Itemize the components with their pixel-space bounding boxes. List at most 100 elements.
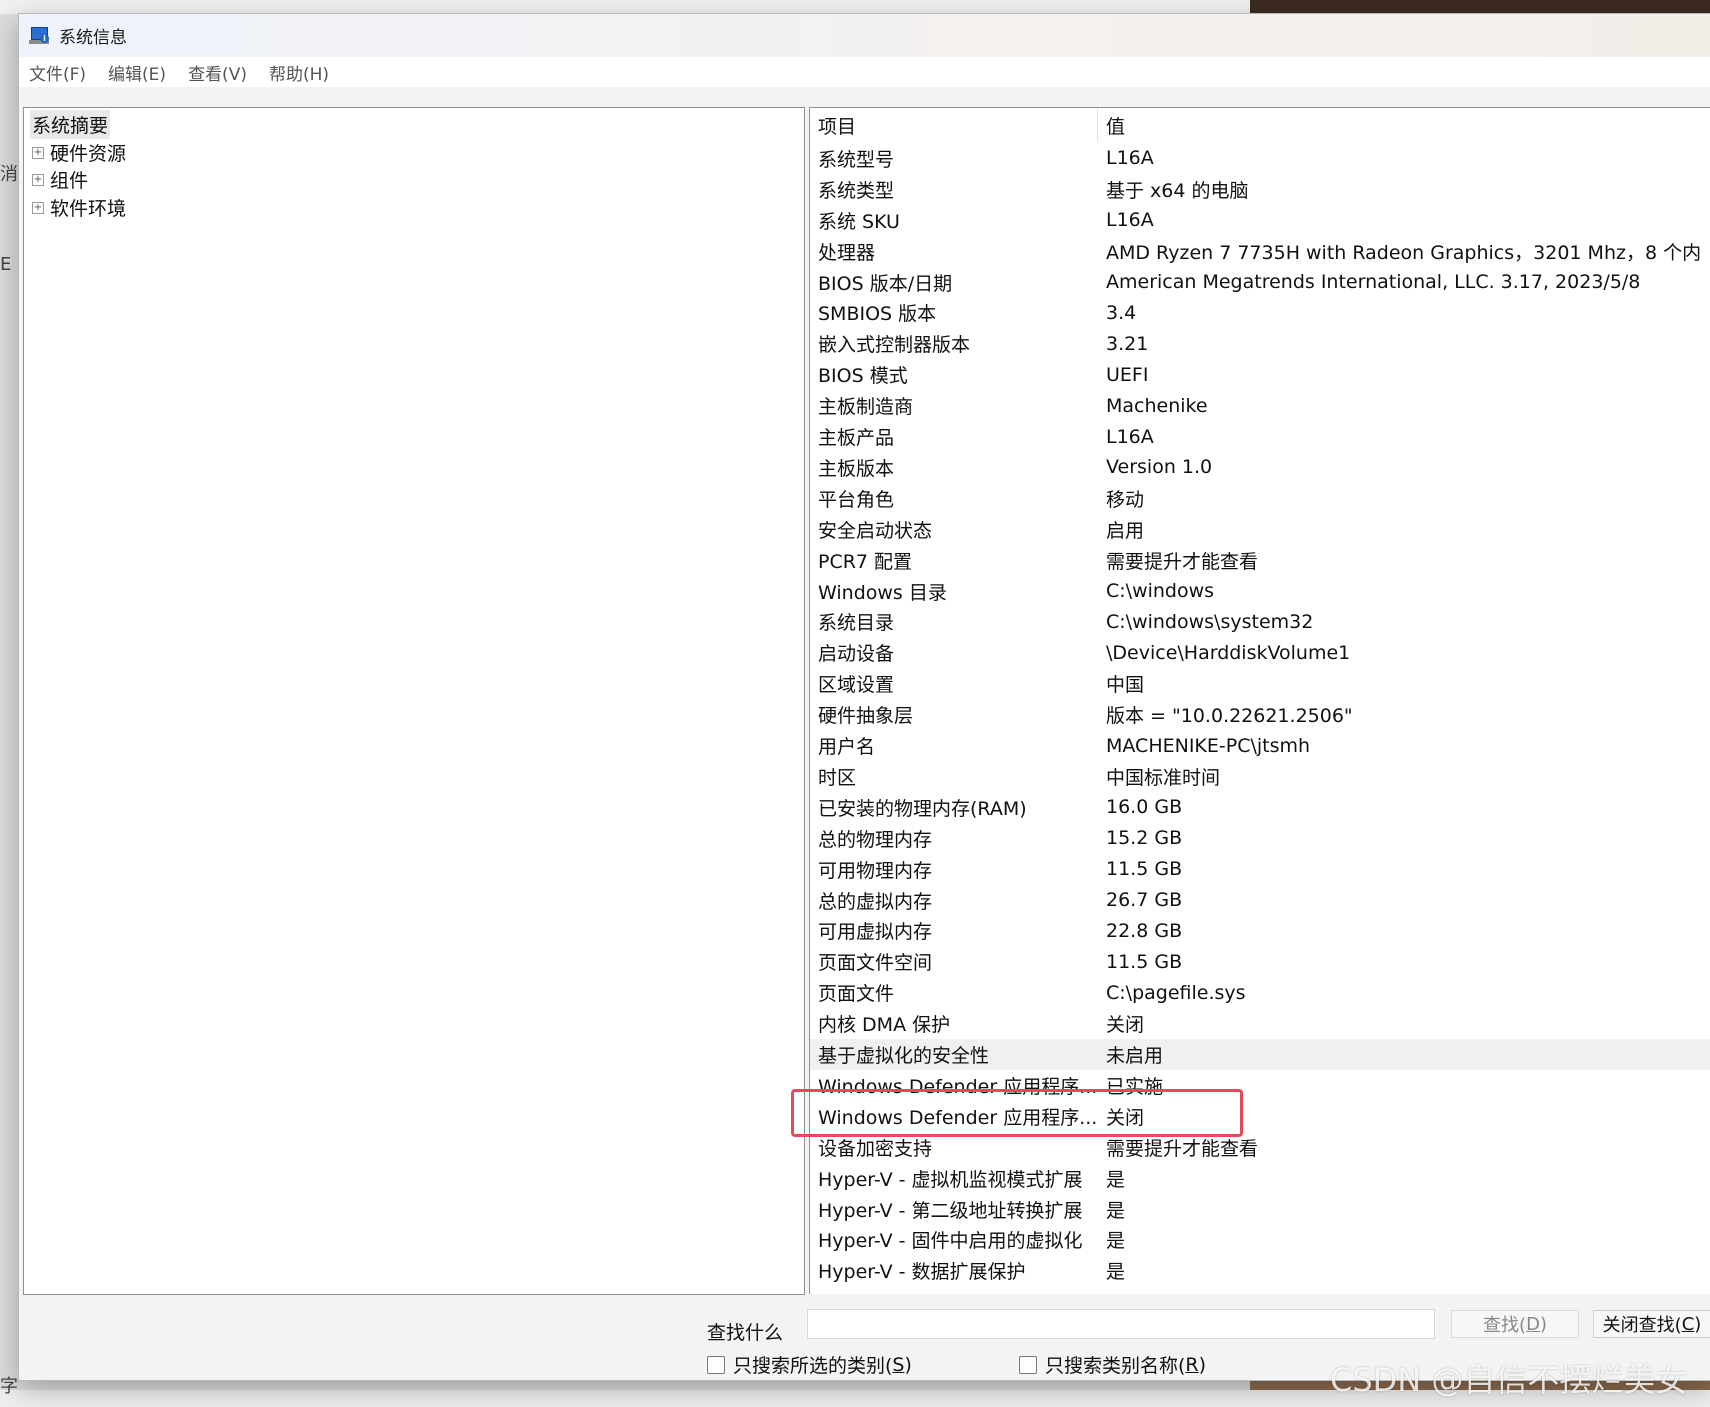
table-row[interactable]: 内核 DMA 保护 关闭 (810, 1008, 1710, 1039)
row-item-cell: 安全启动状态 (818, 519, 933, 542)
table-row[interactable]: Hyper-V - 数据扩展保护 是 (810, 1255, 1710, 1286)
background-bottom-glyph: 字 (0, 1376, 18, 1397)
table-row[interactable]: 系统类型 基于 x64 的电脑 (810, 174, 1710, 205)
tree-item-software[interactable]: + 软件环境 (32, 194, 126, 221)
category-tree: 系统摘要 + 硬件资源 + 组件 + 软件环境 (23, 107, 805, 1295)
row-item-cell: 区域设置 (818, 674, 895, 697)
search-selected-category-checkbox[interactable] (707, 1355, 725, 1374)
expand-plus-icon[interactable]: + (32, 201, 44, 214)
row-item-cell: 系统 SKU (818, 210, 900, 233)
menu-help[interactable]: 帮助(H) (269, 60, 329, 85)
row-value-cell: American Megatrends International, LLC. … (1106, 271, 1641, 294)
row-value-cell: 22.8 GB (1106, 919, 1183, 942)
table-row[interactable]: 硬件抽象层 版本 = "10.0.22621.2506" (810, 699, 1710, 730)
table-row[interactable]: 时区 中国标准时间 (810, 761, 1710, 792)
search-category-names-checkbox[interactable] (1019, 1355, 1037, 1374)
table-row[interactable]: BIOS 模式 UEFI (810, 359, 1710, 390)
background-left-text: 消 E (0, 160, 18, 280)
find-button[interactable]: 查找(D) (1451, 1310, 1579, 1338)
row-value-cell: 26.7 GB (1106, 889, 1183, 912)
close-find-key: C (1681, 1313, 1695, 1335)
tree-item-system-summary[interactable]: 系统摘要 (30, 110, 111, 139)
table-row[interactable]: 总的物理内存 15.2 GB (810, 823, 1710, 854)
row-value-cell: MACHENIKE-PC\jtsmh (1106, 734, 1311, 757)
close-find-button[interactable]: 关闭查找(C) (1593, 1310, 1710, 1338)
table-row[interactable]: 主板制造商 Machenike (810, 390, 1710, 421)
table-row[interactable]: Hyper-V - 固件中启用的虚拟化是 (810, 1225, 1710, 1256)
table-row[interactable]: 页面文件 C:\pagefile.sys (810, 977, 1710, 1008)
table-row[interactable]: Hyper-V - 虚拟机监视模式扩展是 (810, 1163, 1710, 1194)
row-item-cell: 总的虚拟内存 (818, 890, 933, 913)
row-value-cell: L16A (1106, 147, 1154, 170)
row-value-cell: AMD Ryzen 7 7735H with Radeon Graphics，3… (1106, 241, 1702, 264)
background-glyph: E (0, 254, 12, 275)
row-value-cell: C:\windows (1106, 580, 1215, 603)
expand-plus-icon[interactable]: + (32, 146, 44, 159)
row-value-cell: 11.5 GB (1106, 950, 1183, 973)
table-row[interactable]: PCR7 配置 需要提升才能查看 (810, 545, 1710, 576)
table-row[interactable]: 用户名 MACHENIKE-PC\jtsmh (810, 730, 1710, 761)
checkbox-tail: ) (1198, 1353, 1207, 1376)
table-row[interactable]: 安全启动状态 启用 (810, 514, 1710, 545)
table-row[interactable]: 总的虚拟内存 26.7 GB (810, 885, 1710, 916)
window-title: 系统信息 (59, 28, 127, 48)
row-item-cell: 硬件抽象层 (818, 705, 914, 728)
menu-edit[interactable]: 编辑(E) (108, 60, 166, 85)
search-category-names-option[interactable]: 只搜索类别名称(R) (1019, 1351, 1206, 1378)
row-item-cell: 主板产品 (818, 427, 895, 450)
row-item-cell: SMBIOS 版本 (818, 303, 937, 326)
row-item-cell: BIOS 模式 (818, 365, 908, 388)
find-button-text: 查找( (1483, 1315, 1527, 1336)
table-row[interactable]: 主板产品 L16A (810, 421, 1710, 452)
row-item-cell: 主板版本 (818, 457, 895, 480)
table-row[interactable]: Windows 目录 C:\windows (810, 576, 1710, 607)
row-value-cell: UEFI (1106, 363, 1149, 386)
close-find-text: 关闭查找( (1602, 1315, 1682, 1336)
row-value-cell: 3.4 (1106, 301, 1137, 324)
expand-plus-icon[interactable]: + (32, 173, 44, 186)
column-header-item[interactable]: 项目 (810, 108, 1098, 142)
table-row[interactable]: 处理器 AMD Ryzen 7 7735H with Radeon Graphic… (810, 236, 1710, 267)
row-item-cell: 页面文件空间 (818, 952, 933, 975)
column-header-value[interactable]: 值 (1098, 108, 1125, 142)
table-row[interactable]: 页面文件空间 11.5 GB (810, 946, 1710, 977)
menu-file[interactable]: 文件(F) (29, 60, 86, 85)
table-row[interactable]: 已安装的物理内存(RAM) 16.0 GB (810, 792, 1710, 823)
row-value-cell: 3.21 (1106, 332, 1149, 355)
table-row[interactable]: 可用虚拟内存 22.8 GB (810, 916, 1710, 947)
table-row[interactable]: 主板版本 Version 1.0 (810, 452, 1710, 483)
row-value-cell: C:\windows\system32 (1106, 610, 1314, 633)
table-row[interactable]: 可用物理内存 11.5 GB (810, 854, 1710, 885)
table-row[interactable]: Hyper-V - 第二级地址转换扩展是 (810, 1194, 1710, 1225)
row-value-cell: Machenike (1106, 394, 1208, 417)
tree-item-label: 硬件资源 (50, 143, 127, 165)
table-row[interactable]: BIOS 版本/日期 American Megatrends Internatio… (810, 267, 1710, 298)
row-item-cell: 系统目录 (818, 612, 895, 635)
table-row[interactable]: 启动设备 \Device\HarddiskVolume1 (810, 637, 1710, 668)
row-value-cell: Version 1.0 (1106, 456, 1213, 479)
table-row[interactable]: 系统型号 L16A (810, 143, 1710, 174)
table-row[interactable]: 基于虚拟化的安全性 未启用 (810, 1039, 1710, 1070)
table-row[interactable]: 区域设置 中国 (810, 668, 1710, 699)
tree-item-components[interactable]: + 组件 (32, 166, 88, 193)
row-value-cell: 是 (1106, 1199, 1126, 1222)
row-item-cell: 时区 (818, 766, 857, 789)
table-row[interactable]: 嵌入式控制器版本 3.21 (810, 328, 1710, 359)
row-value-cell: 未启用 (1106, 1045, 1164, 1068)
row-item-cell: 系统类型 (818, 179, 895, 202)
find-button-tail: ) (1539, 1313, 1547, 1335)
search-selected-category-option[interactable]: 只搜索所选的类别(S) (707, 1351, 912, 1378)
row-value-cell: 是 (1106, 1261, 1126, 1284)
find-input[interactable] (807, 1309, 1435, 1339)
row-value-cell: 11.5 GB (1106, 858, 1183, 881)
background-glyph: 消 (0, 164, 18, 185)
table-row[interactable]: 平台角色 移动 (810, 483, 1710, 514)
table-row[interactable]: 系统 SKU L16A (810, 205, 1710, 236)
row-value-cell: C:\pagefile.sys (1106, 981, 1246, 1004)
main-area: 系统摘要 + 硬件资源 + 组件 + 软件环境 项目 值 系统型号 L16A 系统类… (19, 87, 1710, 1295)
table-row[interactable]: SMBIOS 版本 3.4 (810, 298, 1710, 329)
menu-view[interactable]: 查看(V) (188, 60, 247, 85)
tree-item-hardware[interactable]: + 硬件资源 (32, 139, 126, 166)
title-bar[interactable]: i 系统信息 (19, 14, 1710, 57)
table-row[interactable]: 系统目录 C:\windows\system32 (810, 607, 1710, 638)
